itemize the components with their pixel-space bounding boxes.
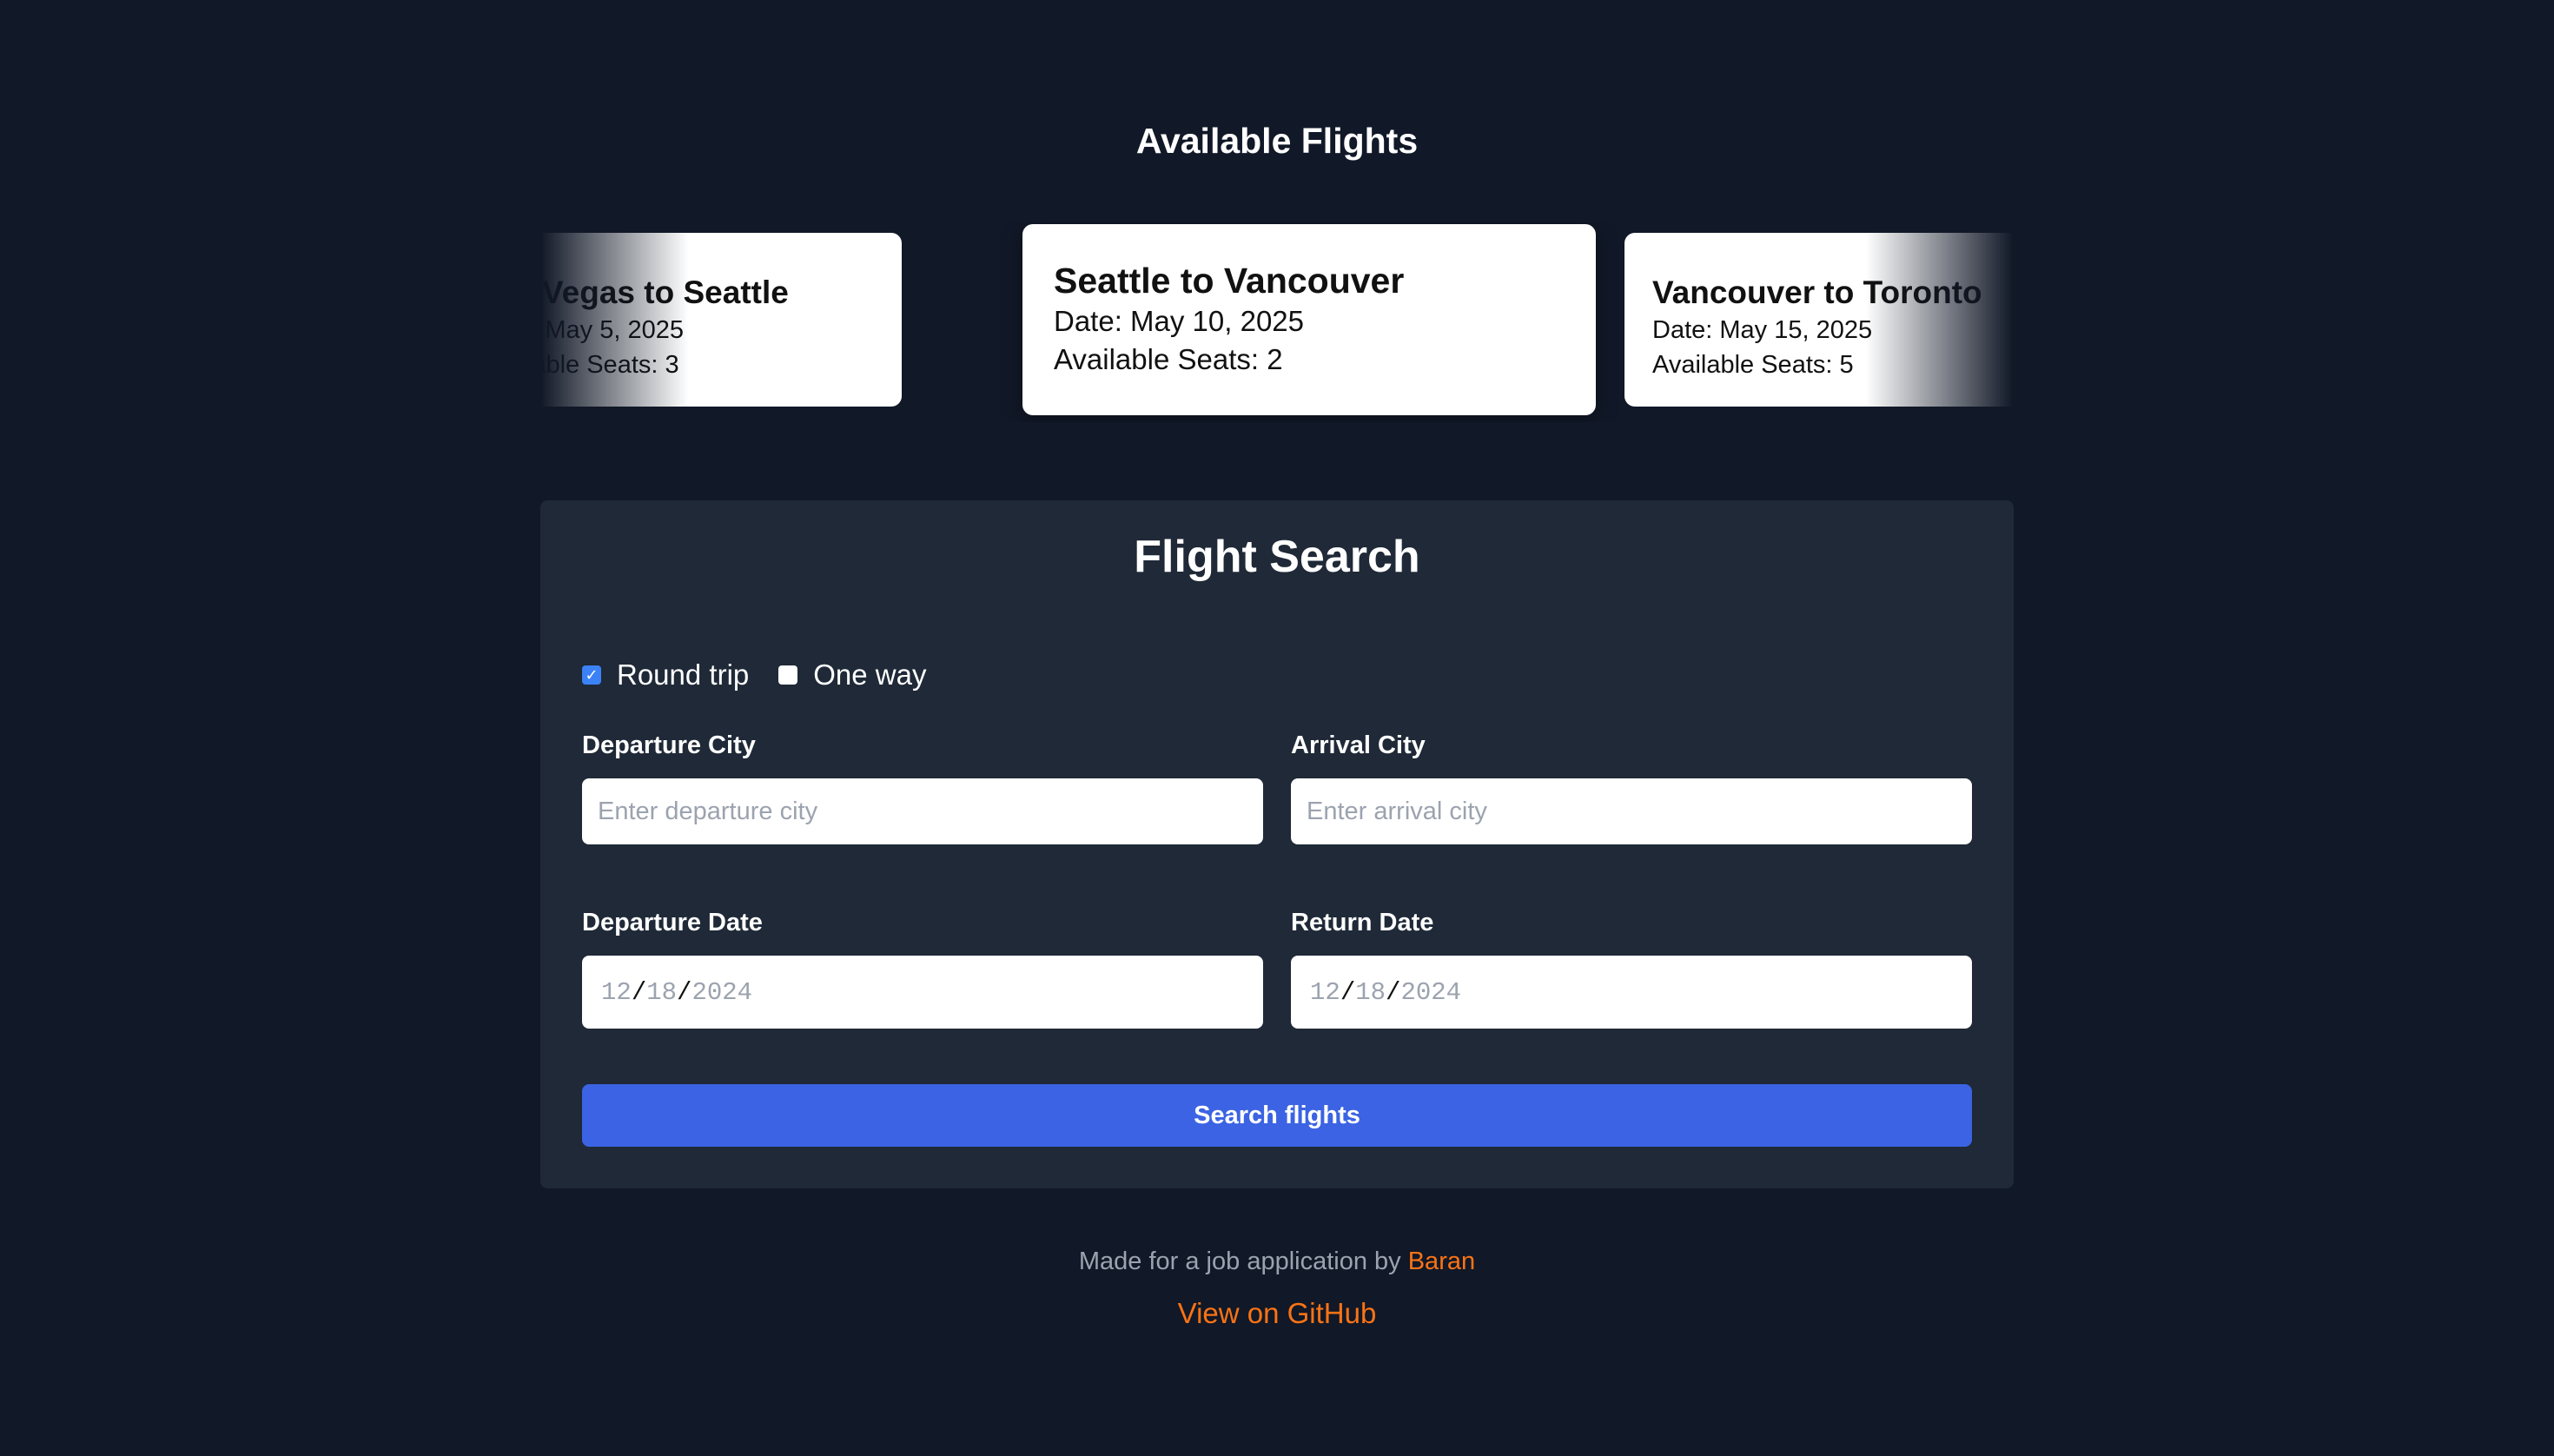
flight-search-title: Flight Search [1134,532,1420,582]
flight-date: Date: May 5, 2025 [540,316,684,344]
flight-card-seattle-vancouver[interactable]: Seattle to Vancouver Date: May 10, 2025 … [1022,224,1596,415]
one-way-checkbox[interactable] [778,665,798,685]
return-date-month: 12 [1310,977,1340,1007]
round-trip-checkbox[interactable]: ✓ [582,665,601,685]
flights-carousel[interactable]: Las Vegas to Seattle Date: May 5, 2025 A… [540,222,2014,422]
search-flights-button[interactable]: Search flights [582,1084,1972,1147]
arrival-city-input[interactable] [1291,778,1972,844]
flight-seats: Available Seats: 2 [1054,343,1283,375]
footer-credit: Made for a job application by Baran [0,1244,2554,1279]
flight-route: Las Vegas to Seattle [540,275,789,310]
departure-city-input[interactable] [582,778,1263,844]
round-trip-label: Round trip [617,659,750,691]
trip-type-options: ✓ Round trip One way [582,653,956,697]
departure-date-month: 12 [601,977,632,1007]
flight-route: Seattle to Vancouver [1054,261,1405,301]
date-separator: / [1386,977,1401,1007]
departure-date-year: 2024 [691,977,753,1007]
return-date-label: Return Date [1291,909,1434,936]
return-date-day: 18 [1355,977,1386,1007]
author-link[interactable]: Baran [1408,1248,1475,1275]
flight-route: Vancouver to Toronto [1652,275,1982,310]
flight-seats: Available Seats: 5 [1652,351,1854,379]
return-date-year: 2024 [1400,977,1462,1007]
date-separator: / [1340,977,1356,1007]
round-trip-option[interactable]: ✓ Round trip [582,656,749,694]
departure-date-input[interactable]: 12/18/2024 [582,956,1263,1029]
flight-search-panel: Flight Search ✓ Round trip One way Depar… [540,500,2014,1188]
flight-card-vancouver-toronto[interactable]: Vancouver to Toronto Date: May 15, 2025 … [1624,233,2014,407]
date-separator: / [631,977,647,1007]
available-flights-title: Available Flights [1135,121,1419,161]
departure-city-label: Departure City [582,731,756,759]
one-way-label: One way [813,659,927,691]
departure-date-day: 18 [646,977,678,1007]
return-date-input[interactable]: 12/18/2024 [1291,956,1972,1029]
one-way-option[interactable]: One way [778,656,927,694]
flight-card-las-vegas-seattle[interactable]: Las Vegas to Seattle Date: May 5, 2025 A… [540,233,902,407]
date-separator: / [677,977,692,1007]
departure-date-label: Departure Date [582,909,763,936]
arrival-city-label: Arrival City [1291,731,1426,759]
flight-date: Date: May 10, 2025 [1054,305,1305,337]
footer-github: View on GitHub [0,1294,2554,1333]
flight-seats: Available Seats: 3 [540,351,679,379]
page: Available Flights Las Vegas to Seattle D… [0,0,2554,1456]
flight-date: Date: May 15, 2025 [1652,316,1873,344]
github-link[interactable]: View on GitHub [1178,1297,1377,1329]
check-icon: ✓ [585,666,599,684]
footer-credit-text: Made for a job application by [1078,1248,1408,1275]
